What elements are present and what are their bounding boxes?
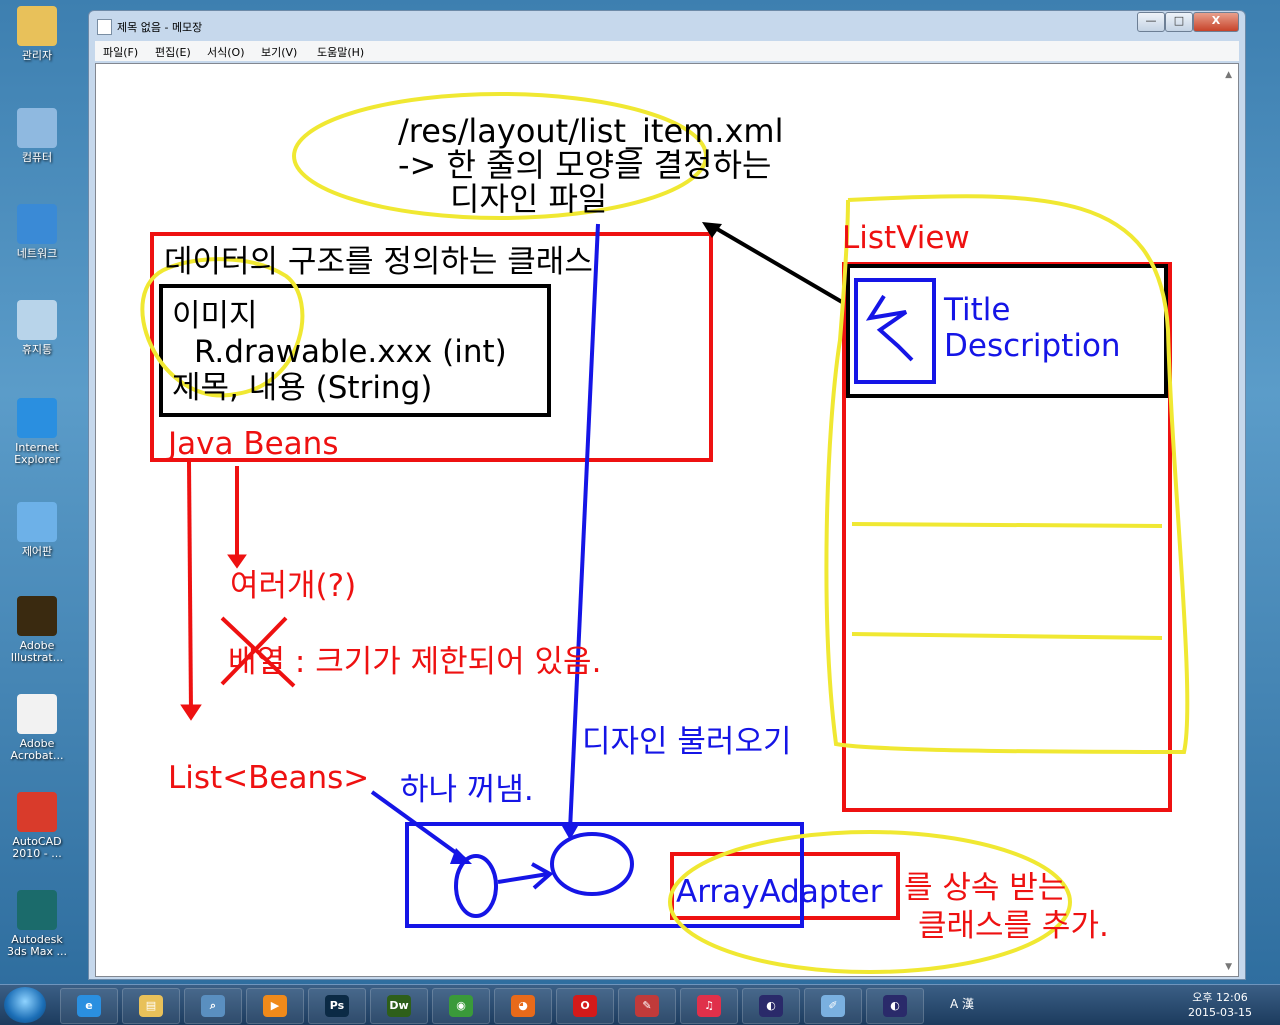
- taskbar-app-notepad[interactable]: ✐: [804, 988, 862, 1024]
- taskbar-app-firefox[interactable]: ◕: [494, 988, 552, 1024]
- taskbar-app-paint[interactable]: ✎: [618, 988, 676, 1024]
- layout-file-line3: 디자인 파일: [450, 180, 607, 218]
- item-image-box: [854, 278, 936, 384]
- eclipse2-icon: ◐: [883, 995, 907, 1017]
- field-image-label: 이미지: [172, 298, 258, 334]
- image-squiggle: [865, 294, 914, 362]
- bean-class-title: 데이터의 구조를 정의하는 클래스: [164, 244, 593, 280]
- photoshop-icon: Ps: [325, 995, 349, 1017]
- yellow-row-divider-1: [851, 522, 1163, 528]
- taskbar-app-opera[interactable]: O: [556, 988, 614, 1024]
- taskbar-app-chrome[interactable]: ◉: [432, 988, 490, 1024]
- explorer-icon: ▤: [139, 995, 163, 1017]
- sketch-drawing: /res/layout/list_item.xml -> 한 줄의 모양을 결정…: [140, 92, 1190, 974]
- search-icon: ⌕: [201, 995, 225, 1017]
- taskbar-app-ie[interactable]: e: [60, 988, 118, 1024]
- field-drawable-label: R.drawable.xxx (int): [194, 334, 507, 370]
- load-design-label: 디자인 불러오기: [582, 724, 792, 760]
- blue-circle-item: [454, 854, 498, 918]
- chrome-icon: ◉: [449, 995, 473, 1017]
- array-adapter-label: ArrayAdapter: [676, 874, 883, 910]
- layout-file-line2: -> 한 줄의 모양을 결정하는: [398, 146, 771, 184]
- taskbar-app-photoshop[interactable]: Ps: [308, 988, 366, 1024]
- opera-icon: O: [573, 995, 597, 1017]
- listview-label: ListView: [842, 220, 970, 256]
- field-text-label: 제목, 내용 (String): [172, 370, 432, 406]
- take-one-label: 하나 꺼냄.: [400, 772, 534, 808]
- red-arrow-many-head: [227, 554, 247, 569]
- red-arrow-list-head: [180, 704, 202, 721]
- item-title-label: Title: [943, 292, 1010, 328]
- dreamweaver-icon: Dw: [387, 995, 411, 1017]
- taskbar-app-search[interactable]: ⌕: [184, 988, 242, 1024]
- start-button[interactable]: [4, 987, 46, 1023]
- array-note-label: 배열 : 크기가 제한되어 있음.: [228, 644, 601, 680]
- item-description-label: Description: [944, 328, 1121, 364]
- eclipse-icon: ◐: [759, 995, 783, 1017]
- taskbar: e ▤ ⌕ ▶ Ps Dw ◉ ◕ O ✎ ♫ ◐ ✐ ◐ A 漢 오후 12:06 2015-03-15: [0, 984, 1280, 1025]
- inherit-line1: 를 상속 받는: [904, 870, 1066, 906]
- inherit-line2: 클래스를 추가.: [918, 908, 1109, 944]
- paint-icon: ✎: [635, 995, 659, 1017]
- taskbar-app-explorer[interactable]: ▤: [122, 988, 180, 1024]
- taskbar-app-eclipse2[interactable]: ◐: [866, 988, 924, 1024]
- layout-file-line1: /res/layout/list_item.xml: [398, 112, 783, 150]
- yellow-row-divider-2: [851, 632, 1163, 640]
- many-label: 여러개(?): [230, 568, 356, 604]
- blue-circle-view: [550, 832, 634, 896]
- media-icon: ▶: [263, 995, 287, 1017]
- taskbar-app-eclipse[interactable]: ◐: [742, 988, 800, 1024]
- java-beans-label: Java Beans: [166, 426, 338, 462]
- taskbar-app-media[interactable]: ▶: [246, 988, 304, 1024]
- clock-time: 오후 12:06: [1192, 991, 1248, 1004]
- clock[interactable]: 오후 12:06 2015-03-15: [1180, 990, 1260, 1020]
- clock-date: 2015-03-15: [1188, 1006, 1252, 1019]
- ie-icon: e: [77, 995, 101, 1017]
- itunes-icon: ♫: [697, 995, 721, 1017]
- tray-language-indicator[interactable]: A 漢: [950, 995, 974, 1012]
- notepad-icon: ✐: [821, 995, 845, 1017]
- red-arrow-list: [187, 461, 193, 713]
- taskbar-app-dreamweaver[interactable]: Dw: [370, 988, 428, 1024]
- black-arrow-layout: [710, 224, 844, 304]
- list-beans-label: List<Beans>: [168, 760, 369, 796]
- taskbar-app-itunes[interactable]: ♫: [680, 988, 738, 1024]
- firefox-icon: ◕: [511, 995, 535, 1017]
